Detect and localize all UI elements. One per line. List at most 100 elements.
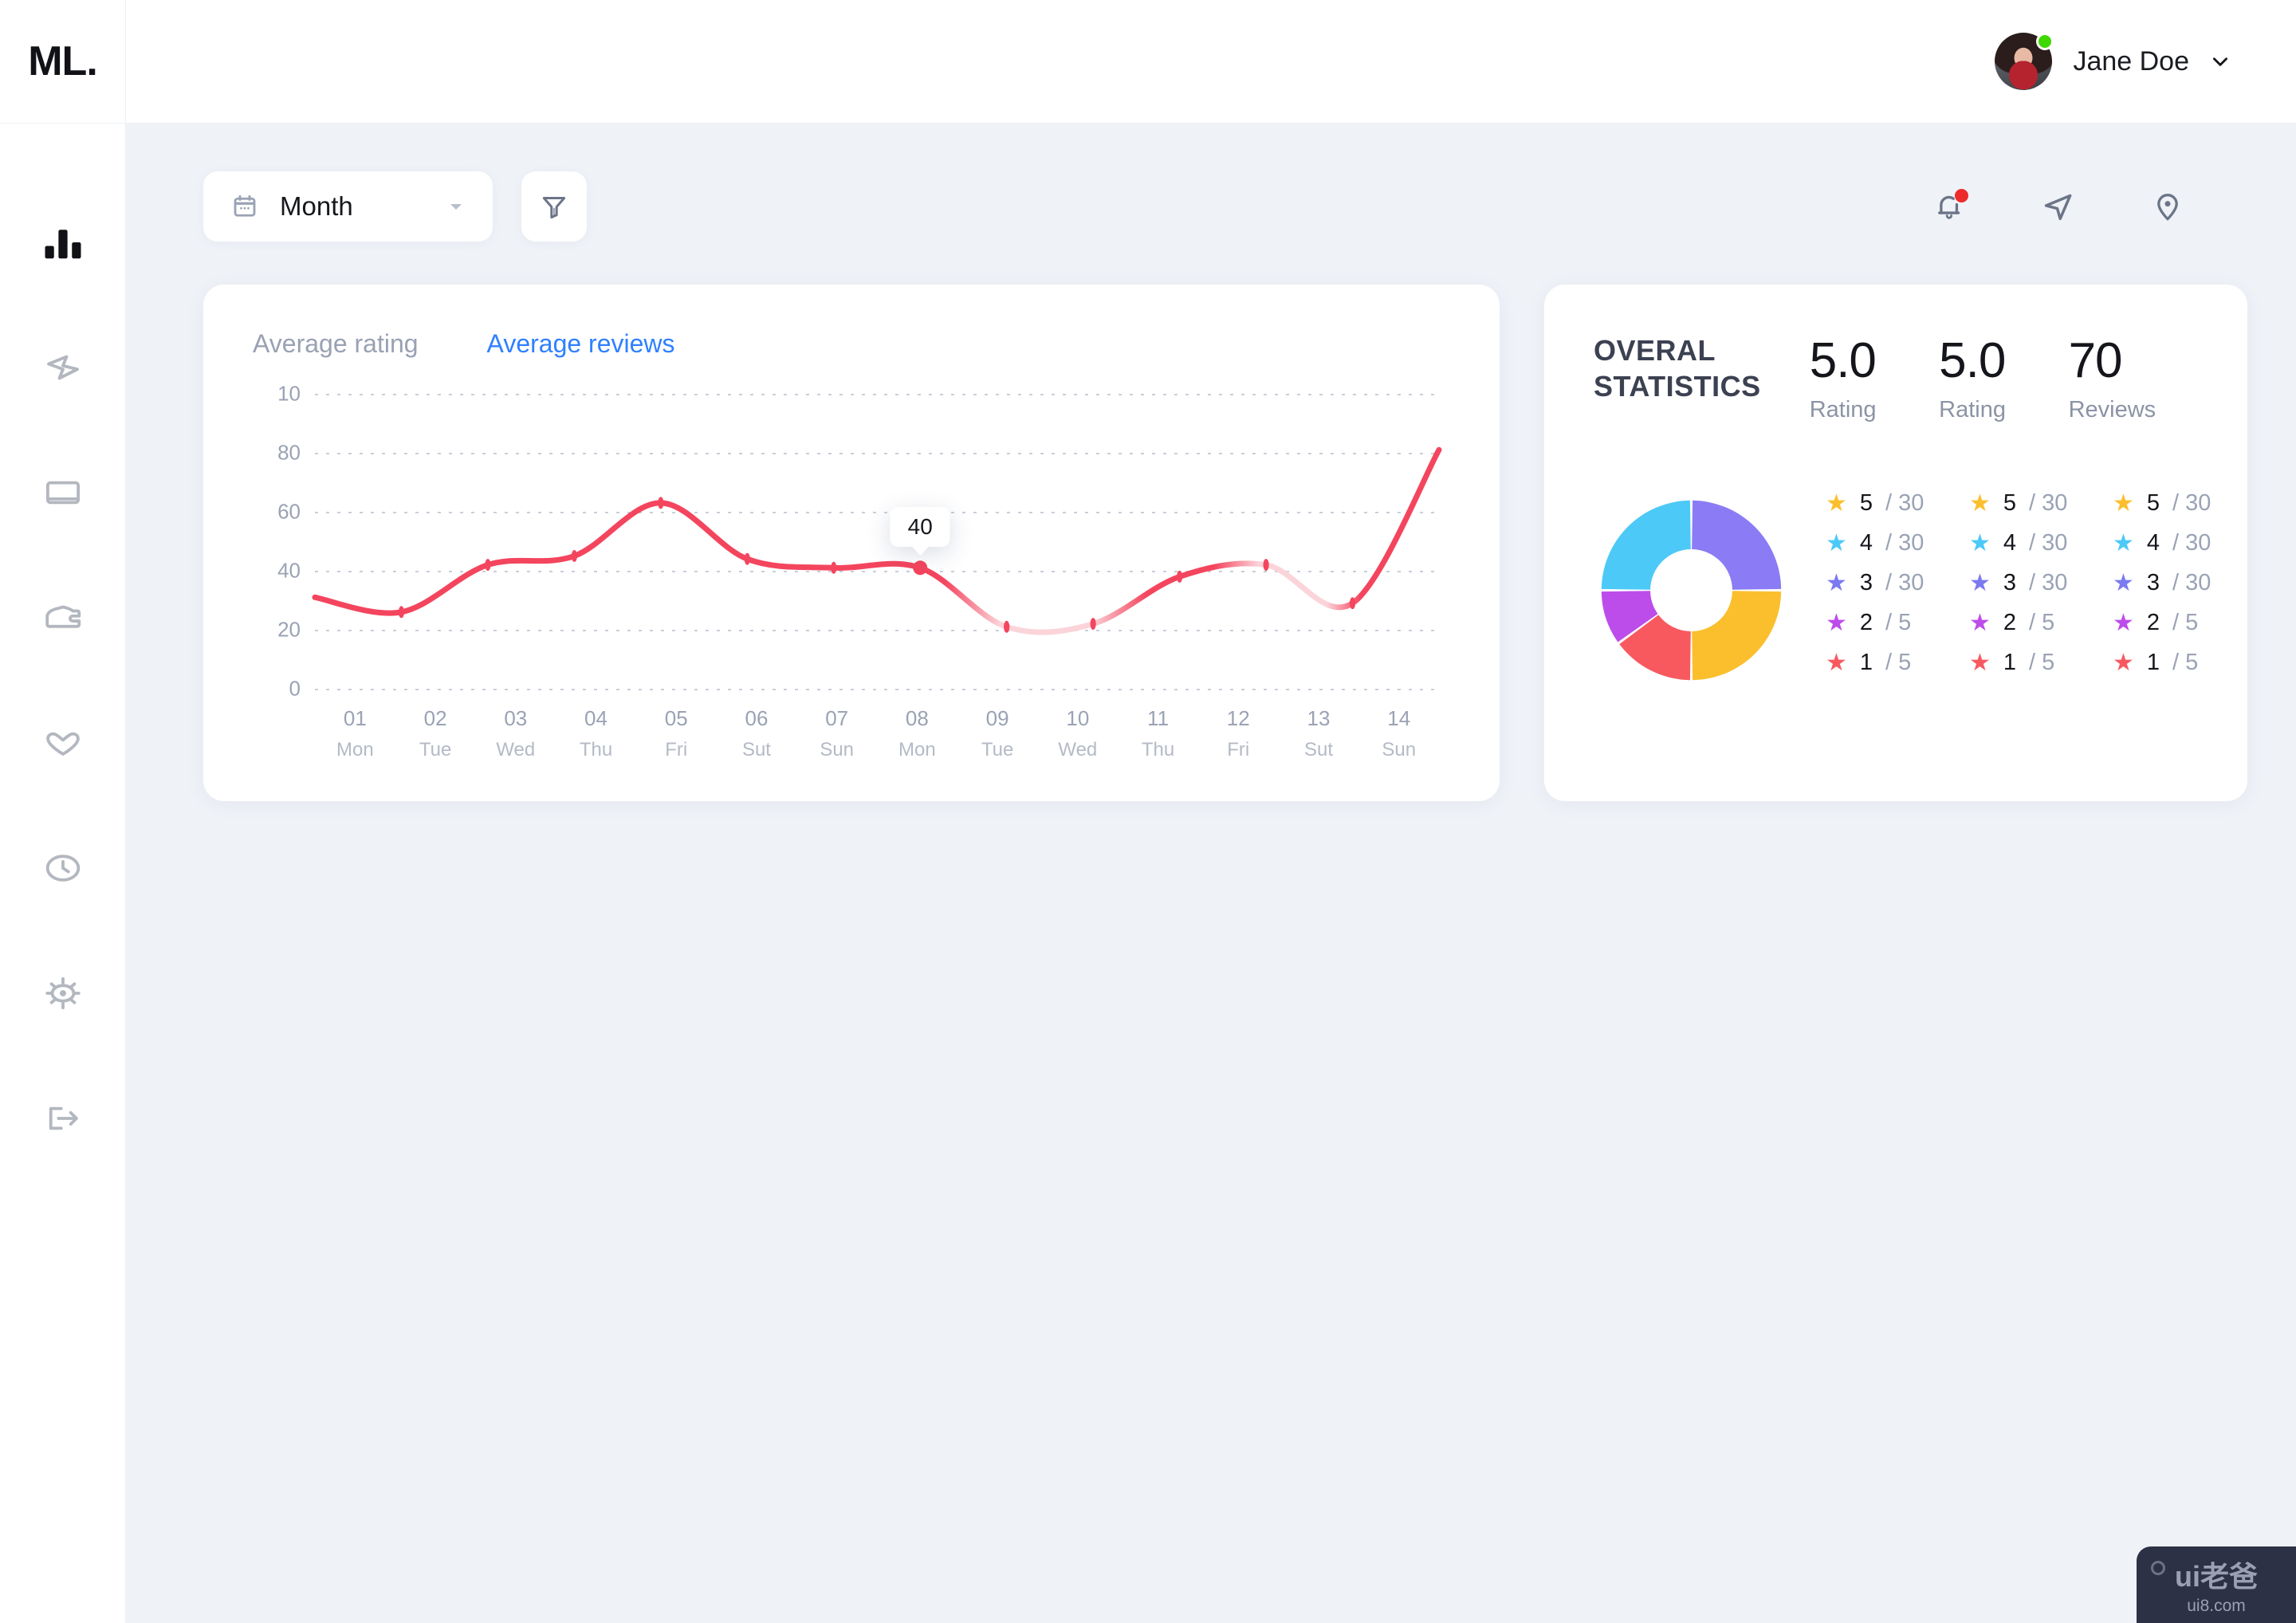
chart-x-tick-day: 02 — [423, 706, 447, 730]
rating-total: / 30 — [2172, 490, 2211, 516]
ratings-legend-row: ★ 1 / 5 — [1826, 650, 1969, 676]
user-menu[interactable]: Jane Doe — [1995, 33, 2296, 90]
rating-total: / 5 — [2029, 650, 2055, 675]
avatar[interactable] — [1995, 33, 2054, 90]
ratings-legend-row: ★ 1 / 5 — [2113, 650, 2256, 676]
sidebar-item-library[interactable] — [0, 430, 126, 555]
star-icon: ★ — [2113, 489, 2134, 517]
chevron-down-icon[interactable] — [2210, 51, 2231, 72]
ratings-legend-row: ★ 3 / 30 — [2113, 570, 2256, 596]
star-icon: ★ — [1826, 569, 1847, 596]
ratings-legend-row: ★ 2 / 5 — [1826, 610, 1969, 636]
statistics-title: OVERAL STATISTICS — [1594, 332, 1810, 404]
star-icon: ★ — [1969, 609, 1991, 636]
chart-tabs: Average rating Average reviews — [253, 329, 1450, 364]
sidebar-item-history[interactable] — [0, 805, 126, 930]
rating-level: 4 — [2146, 530, 2160, 556]
chart-data-point[interactable] — [831, 561, 837, 574]
rating-total: / 30 — [2029, 570, 2068, 595]
chart-x-tick-day: 06 — [745, 706, 769, 730]
period-select[interactable]: Month — [203, 171, 493, 242]
rating-level: 3 — [1859, 570, 1873, 595]
chart-x-tick-weekday: Thu — [1141, 739, 1175, 760]
wallet-icon — [45, 605, 81, 628]
chart-x-tick: 06 Sut — [717, 706, 797, 761]
rating-level: 5 — [2003, 490, 2017, 516]
caret-down-icon — [450, 204, 462, 210]
send-button[interactable] — [2041, 189, 2076, 224]
rating-level: 3 — [2146, 570, 2160, 595]
donut-segment[interactable] — [1601, 500, 1691, 590]
star-icon: ★ — [1969, 529, 1991, 556]
stat-rating-1: 5.0 Rating — [1810, 332, 1939, 423]
ratings-legend-column: ★ 5 / 30 ★ 4 / 30 ★ 3 / 30 ★ 2 / 5 ★ 1 / 5 — [1826, 490, 1969, 690]
chart-data-point[interactable] — [1090, 618, 1096, 631]
chart-x-tick: 05 Fri — [636, 706, 717, 761]
chart-x-tick-day: 03 — [504, 706, 528, 730]
stat-caption: Reviews — [2068, 397, 2156, 422]
chart-x-tick-day: 10 — [1066, 706, 1090, 730]
chart-data-point[interactable] — [1177, 570, 1183, 583]
chart-active-point[interactable] — [913, 560, 928, 576]
chart-x-tick-weekday: Fri — [665, 739, 688, 760]
tab-average-rating[interactable]: Average rating — [253, 329, 419, 364]
chart-data-point[interactable] — [744, 552, 750, 565]
chart-x-tick: 08 Mon — [877, 706, 957, 761]
book-icon — [45, 481, 80, 504]
brand-logo[interactable]: ML. — [0, 0, 126, 124]
bar-chart-icon — [45, 229, 81, 258]
chart-data-point[interactable] — [1263, 559, 1269, 572]
chart-x-tick: 03 Wed — [475, 706, 556, 761]
page-toolbar: Month — [203, 171, 2296, 242]
chart-data-point[interactable] — [571, 550, 577, 562]
period-select-value: Month — [280, 191, 353, 221]
notifications-button[interactable] — [1932, 189, 1968, 223]
sidebar-item-settings[interactable] — [0, 930, 126, 1055]
star-icon: ★ — [1826, 489, 1847, 517]
sidebar-item-activity[interactable] — [0, 305, 126, 430]
chart-x-tick-weekday: Sut — [1303, 739, 1333, 760]
ratings-legend-row: ★ 2 / 5 — [2113, 610, 2256, 636]
chart-x-tick: 13 Sut — [1279, 706, 1359, 761]
location-pin-icon — [2157, 193, 2178, 221]
ratings-legend-column: ★ 5 / 30 ★ 4 / 30 ★ 3 / 30 ★ 2 / 5 ★ 1 / 5 — [2113, 490, 2256, 690]
chart-y-tick: 40 — [277, 558, 301, 583]
sidebar-item-billing[interactable] — [0, 555, 126, 680]
ratings-legend: ★ 5 / 30 ★ 4 / 30 ★ 3 / 30 ★ 2 / 5 ★ 1 / 5 ★ 5 / 30 ★ 4 / 30… — [1808, 490, 2256, 690]
chart-x-tick-weekday: Thu — [579, 739, 613, 760]
chart-x-tick: 09 Tue — [957, 706, 1038, 761]
watermark-main: ui老爸 — [2175, 1560, 2258, 1593]
filter-button[interactable] — [521, 171, 587, 242]
sidebar-item-logout[interactable] — [0, 1055, 126, 1181]
online-status-dot — [2036, 33, 2054, 50]
donut-segment[interactable] — [1692, 590, 1782, 680]
filter-icon — [542, 197, 566, 219]
sidebar-item-analytics[interactable] — [0, 179, 126, 305]
star-icon: ★ — [1826, 649, 1847, 676]
chart-data-point[interactable] — [1004, 620, 1010, 633]
donut-segment[interactable] — [1692, 500, 1782, 590]
star-icon: ★ — [1969, 569, 1991, 596]
chart-x-tick-weekday: Sut — [741, 739, 771, 760]
chart-x-tick-day: 04 — [584, 706, 607, 730]
sidebar-item-favorites[interactable] — [0, 680, 126, 805]
watermark-ring-icon — [2151, 1561, 2165, 1575]
chart-gridline — [315, 689, 1439, 690]
rating-total: / 30 — [2172, 570, 2211, 595]
location-button[interactable] — [2151, 190, 2184, 223]
stat-rating-2: 5.0 Rating — [1939, 332, 2068, 423]
chart-line-series — [315, 394, 1439, 689]
chart-data-point[interactable] — [658, 497, 664, 509]
chart-x-tick-day: 05 — [664, 706, 688, 730]
tab-average-reviews[interactable]: Average reviews — [487, 329, 675, 364]
chart-data-point[interactable] — [485, 559, 491, 572]
chart-data-point[interactable] — [1349, 597, 1356, 610]
rating-total: / 30 — [1885, 530, 1924, 556]
watermark: ui老爸 ui8.com — [2137, 1546, 2296, 1623]
chart-data-point[interactable] — [398, 606, 405, 619]
star-icon: ★ — [2113, 569, 2134, 596]
user-name: Jane Doe — [2073, 45, 2189, 77]
send-icon — [2044, 194, 2072, 221]
rating-level: 2 — [2146, 610, 2160, 635]
star-icon: ★ — [2113, 609, 2134, 636]
